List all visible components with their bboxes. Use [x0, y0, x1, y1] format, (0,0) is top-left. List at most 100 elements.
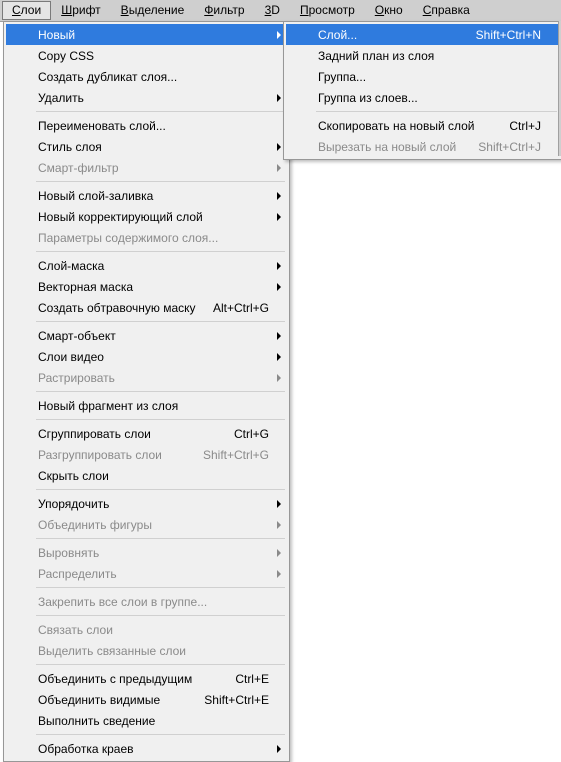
- menu-item-label: Новый: [38, 28, 269, 42]
- menu-item-закрепить-все-слои-в-группе: Закрепить все слои в группе...: [6, 591, 287, 612]
- menu-item-новый-слой-заливка[interactable]: Новый слой-заливка: [6, 185, 287, 206]
- menu-item-label: Скопировать на новый слой: [318, 119, 499, 133]
- menu-item-новый[interactable]: Новый: [6, 24, 287, 45]
- mnemonic: С: [423, 3, 432, 17]
- mnemonic: Ф: [204, 3, 213, 17]
- menubar-item-справка[interactable]: Справка: [413, 1, 480, 20]
- menu-item-label: Распределить: [38, 567, 269, 581]
- menu-item-label: Смарт-объект: [38, 329, 269, 343]
- menu-separator: [36, 321, 285, 322]
- submenu-arrow-icon: [277, 31, 281, 39]
- menu-item-shortcut: Alt+Ctrl+G: [213, 301, 269, 315]
- menu-item-выровнять: Выровнять: [6, 542, 287, 563]
- menu-item-выполнить-сведение[interactable]: Выполнить сведение: [6, 710, 287, 731]
- submenu-arrow-icon: [277, 521, 281, 529]
- menu-item-label: Слой...: [318, 28, 466, 42]
- submenu-arrow-icon: [277, 143, 281, 151]
- menu-item-label: Растрировать: [38, 371, 269, 385]
- submenu-arrow-icon: [277, 164, 281, 172]
- menu-item-векторная-маска[interactable]: Векторная маска: [6, 276, 287, 297]
- menu-item-label: Создать обтравочную маску: [38, 301, 203, 315]
- mnemonic: 3: [265, 3, 272, 17]
- menu-item-объединить-видимые[interactable]: Объединить видимыеShift+Ctrl+E: [6, 689, 287, 710]
- menu-separator: [36, 391, 285, 392]
- menu-item-label: Смарт-фильтр: [38, 161, 269, 175]
- menu-item-label: Copy CSS: [38, 49, 269, 63]
- menu-item-скрыть-слои[interactable]: Скрыть слои: [6, 465, 287, 486]
- menu-item-сгруппировать-слои[interactable]: Сгруппировать слоиCtrl+G: [6, 423, 287, 444]
- menu-item-shortcut: Ctrl+E: [235, 672, 269, 686]
- menubar-item-фильтр[interactable]: Фильтр: [194, 1, 254, 20]
- menu-item-label: Связать слои: [38, 623, 269, 637]
- submenu-arrow-icon: [277, 374, 281, 382]
- menu-item-label: Вырезать на новый слой: [318, 140, 468, 154]
- mnemonic: О: [375, 3, 384, 17]
- menu-separator: [36, 489, 285, 490]
- menu-item-label: Удалить: [38, 91, 269, 105]
- menu-item-label: Объединить с предыдущим: [38, 672, 225, 686]
- menu-item-label: Стиль слоя: [38, 140, 269, 154]
- menu-item-слои-видео[interactable]: Слои видео: [6, 346, 287, 367]
- menu-item-задний-план-из-слоя[interactable]: Задний план из слоя: [286, 45, 559, 66]
- menu-item-label: Задний план из слоя: [318, 49, 541, 63]
- submenu-arrow-icon: [277, 549, 281, 557]
- menu-item-скопировать-на-новый-слой[interactable]: Скопировать на новый слой Ctrl+J: [286, 115, 559, 136]
- menu-item-удалить[interactable]: Удалить: [6, 87, 287, 108]
- menu-item-растрировать: Растрировать: [6, 367, 287, 388]
- menu-item-стиль-слоя[interactable]: Стиль слоя: [6, 136, 287, 157]
- mnemonic: С: [12, 3, 21, 17]
- menu-item-label: Скрыть слои: [38, 469, 269, 483]
- menu-item-связать-слои: Связать слои: [6, 619, 287, 640]
- menu-item-новый-корректирующий-слой[interactable]: Новый корректирующий слой: [6, 206, 287, 227]
- menu-item-label: Выполнить сведение: [38, 714, 269, 728]
- menubar-item-шрифт[interactable]: Шрифт: [51, 1, 110, 20]
- menubar-item-просмотр[interactable]: Просмотр: [290, 1, 365, 20]
- menu-item-shortcut: Ctrl+J: [509, 119, 541, 133]
- menu-item-упорядочить[interactable]: Упорядочить: [6, 493, 287, 514]
- menu-item-label: Переименовать слой...: [38, 119, 269, 133]
- menu-item-смарт-фильтр: Смарт-фильтр: [6, 157, 287, 178]
- menubar: СлоиШрифтВыделениеФильтр3DПросмотрОкноСп…: [0, 0, 561, 22]
- submenu-arrow-icon: [277, 192, 281, 200]
- menubar-item-3d[interactable]: 3D: [255, 1, 290, 20]
- menu-item-обработка-краев[interactable]: Обработка краев: [6, 738, 287, 759]
- menu-item-label: Выделить связанные слои: [38, 644, 269, 658]
- menu-separator: [36, 615, 285, 616]
- submenu-arrow-icon: [277, 745, 281, 753]
- menu-item-группа-из-слоев[interactable]: Группа из слоев...: [286, 87, 559, 108]
- menu-item-shortcut: Ctrl+G: [234, 427, 269, 441]
- submenu-arrow-icon: [277, 353, 281, 361]
- menu-item-label: Упорядочить: [38, 497, 269, 511]
- menu-item-смарт-объект[interactable]: Смарт-объект: [6, 325, 287, 346]
- menu-separator: [316, 111, 557, 112]
- menubar-item-слои[interactable]: Слои: [2, 1, 51, 20]
- menu-item-shortcut: Shift+Ctrl+J: [478, 140, 541, 154]
- menu-item-создать-обтравочную-маску[interactable]: Создать обтравочную маску Alt+Ctrl+G: [6, 297, 287, 318]
- mnemonic: В: [121, 3, 129, 17]
- menu-item-label: Слои видео: [38, 350, 269, 364]
- submenu-arrow-icon: [277, 213, 281, 221]
- menu-item-shortcut: Shift+Ctrl+E: [204, 693, 269, 707]
- menu-item-объединить-с-предыдущим[interactable]: Объединить с предыдущим Ctrl+E: [6, 668, 287, 689]
- menu-item-copy-css[interactable]: Copy CSS: [6, 45, 287, 66]
- menu-item-слой-маска[interactable]: Слой-маска: [6, 255, 287, 276]
- submenu-arrow-icon: [277, 262, 281, 270]
- menu-separator: [36, 111, 285, 112]
- menu-item-слой[interactable]: Слой...Shift+Ctrl+N: [286, 24, 559, 45]
- menu-item-создать-дубликат-слоя[interactable]: Создать дубликат слоя...: [6, 66, 287, 87]
- menu-item-label: Выровнять: [38, 546, 269, 560]
- menu-item-label: Обработка краев: [38, 742, 269, 756]
- menu-item-label: Закрепить все слои в группе...: [38, 595, 269, 609]
- menu-item-переименовать-слой[interactable]: Переименовать слой...: [6, 115, 287, 136]
- menu-item-распределить: Распределить: [6, 563, 287, 584]
- menubar-item-окно[interactable]: Окно: [365, 1, 413, 20]
- menu-item-label: Новый фрагмент из слоя: [38, 399, 269, 413]
- menu-separator: [36, 734, 285, 735]
- layers-menu-dropdown: Новый Copy CSS Создать дубликат слоя... Уда…: [3, 21, 290, 762]
- menu-item-группа[interactable]: Группа...: [286, 66, 559, 87]
- menubar-item-выделение[interactable]: Выделение: [111, 1, 195, 20]
- submenu-arrow-icon: [277, 283, 281, 291]
- submenu-arrow-icon: [277, 570, 281, 578]
- menu-item-новый-фрагмент-из-слоя[interactable]: Новый фрагмент из слоя: [6, 395, 287, 416]
- new-submenu-dropdown: Слой...Shift+Ctrl+N Задний план из слоя Гр…: [283, 21, 561, 160]
